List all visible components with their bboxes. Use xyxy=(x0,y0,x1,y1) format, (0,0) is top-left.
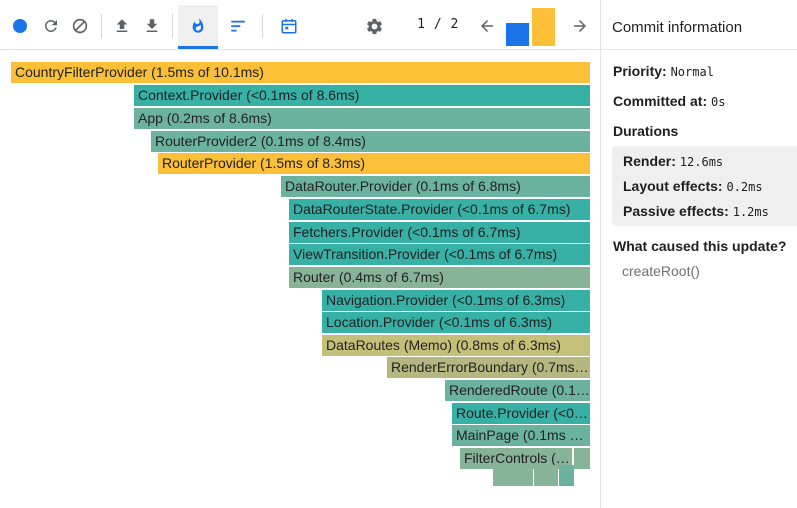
flamegraph-chart: CountryFilterProvider (1.5ms of 10.1ms) C… xyxy=(0,51,600,508)
flamegraph-node[interactable] xyxy=(493,465,533,486)
layout-effects-label: Layout effects: xyxy=(623,178,723,194)
layout-effects-row: Layout effects: 0.2ms xyxy=(623,178,763,194)
passive-effects-row: Passive effects: 1.2ms xyxy=(623,203,769,219)
committed-value: 0s xyxy=(711,95,726,109)
flamegraph-node[interactable]: MainPage (0.1ms of 4.6ms) xyxy=(452,425,590,446)
flamegraph-node[interactable]: Location.Provider (<0.1ms of 6.3ms) xyxy=(322,312,590,333)
flamegraph-node[interactable]: Context.Provider (<0.1ms of 8.6ms) xyxy=(134,85,590,106)
tab-timeline[interactable] xyxy=(272,6,306,46)
upload-icon xyxy=(116,19,128,32)
toolbar-separator xyxy=(262,14,263,38)
flamegraph-node[interactable]: CountryFilterProvider (1.5ms of 10.1ms) xyxy=(11,62,590,83)
layout-effects-value: 0.2ms xyxy=(726,180,763,194)
durations-box: Render: 12.6ms Layout effects: 0.2ms Pas… xyxy=(612,146,797,226)
flamegraph-node[interactable]: RenderedRoute (0.1ms of 4.8ms) xyxy=(445,380,590,401)
gear-icon xyxy=(366,18,382,34)
flamegraph-node[interactable]: RenderErrorBoundary (0.7ms of 5.5ms) xyxy=(387,357,590,378)
tab-flamegraph[interactable] xyxy=(178,5,218,49)
flamegraph-node[interactable]: RouterProvider (1.5ms of 8.3ms) xyxy=(158,153,590,174)
cause-item[interactable]: createRoot() xyxy=(622,263,700,279)
flamegraph-node[interactable]: ViewTransition.Provider (<0.1ms of 6.7ms… xyxy=(289,244,590,265)
durations-label: Durations xyxy=(613,123,679,139)
tab-ranked[interactable] xyxy=(221,6,255,46)
committed-row: Committed at: 0s xyxy=(613,93,725,109)
commit-bar-1[interactable] xyxy=(506,23,529,46)
priority-label: Priority: xyxy=(613,63,667,79)
commit-selector-chart[interactable] xyxy=(506,8,556,46)
load-profile-button[interactable] xyxy=(105,6,139,46)
clear-circle-icon xyxy=(72,18,88,34)
toolbar-separator xyxy=(101,14,102,38)
flamegraph-node[interactable]: Fetchers.Provider (<0.1ms of 6.7ms) xyxy=(289,222,590,243)
flamegraph-node[interactable]: App (0.2ms of 8.6ms) xyxy=(134,108,590,129)
render-value: 12.6ms xyxy=(679,155,724,169)
ranked-icon xyxy=(231,20,245,32)
reload-icon xyxy=(45,20,57,32)
flamegraph-node[interactable] xyxy=(559,465,574,486)
commit-bar-2[interactable] xyxy=(532,8,555,46)
save-profile-button[interactable] xyxy=(135,6,169,46)
commit-index: 1 / 2 xyxy=(417,17,459,32)
priority-row: Priority: Normal xyxy=(613,63,714,79)
flamegraph-node[interactable]: DataRoutes (Memo) (0.8ms of 6.3ms) xyxy=(322,335,590,356)
toolbar-separator xyxy=(172,14,173,38)
arrow-right-icon xyxy=(574,20,586,32)
flamegraph-node[interactable] xyxy=(574,448,590,469)
flamegraph-node[interactable] xyxy=(534,465,558,486)
flamegraph-node[interactable]: Route.Provider (<0.1ms of 4.6ms) xyxy=(452,403,590,424)
priority-value: Normal xyxy=(670,65,714,79)
download-icon xyxy=(146,19,158,32)
flamegraph-node[interactable]: Navigation.Provider (<0.1ms of 6.3ms) xyxy=(322,290,590,311)
calendar-icon xyxy=(281,18,297,34)
next-commit-button[interactable] xyxy=(563,6,597,46)
flamegraph-node[interactable]: Router (0.4ms of 6.7ms) xyxy=(289,267,590,288)
flame-icon xyxy=(192,17,204,33)
profiler-toolbar: 1 / 2 xyxy=(0,0,600,50)
cause-label: What caused this update? xyxy=(613,238,787,254)
committed-label: Committed at: xyxy=(613,93,708,109)
arrow-left-icon xyxy=(481,20,493,32)
render-duration-row: Render: 12.6ms xyxy=(623,153,723,169)
record-dot-icon xyxy=(13,19,27,33)
commit-info-sidebar: Commit information Priority: Normal Comm… xyxy=(600,0,797,508)
flamegraph-node[interactable]: DataRouter.Provider (0.1ms of 6.8ms) xyxy=(281,176,590,197)
previous-commit-button[interactable] xyxy=(470,6,504,46)
cause-heading: What caused this update? xyxy=(613,238,786,254)
sidebar-title: Commit information xyxy=(601,0,797,50)
durations-heading: Durations xyxy=(613,123,678,139)
clear-profile-button[interactable] xyxy=(63,6,97,46)
render-label: Render: xyxy=(623,153,676,169)
flamegraph-node[interactable]: DataRouterState.Provider (<0.1ms of 6.7m… xyxy=(289,199,590,220)
passive-effects-value: 1.2ms xyxy=(732,205,769,219)
record-button[interactable] xyxy=(3,6,37,46)
flamegraph-node[interactable]: RouterProvider2 (0.1ms of 8.4ms) xyxy=(151,131,590,152)
passive-effects-label: Passive effects: xyxy=(623,203,729,219)
settings-button[interactable] xyxy=(357,6,391,46)
